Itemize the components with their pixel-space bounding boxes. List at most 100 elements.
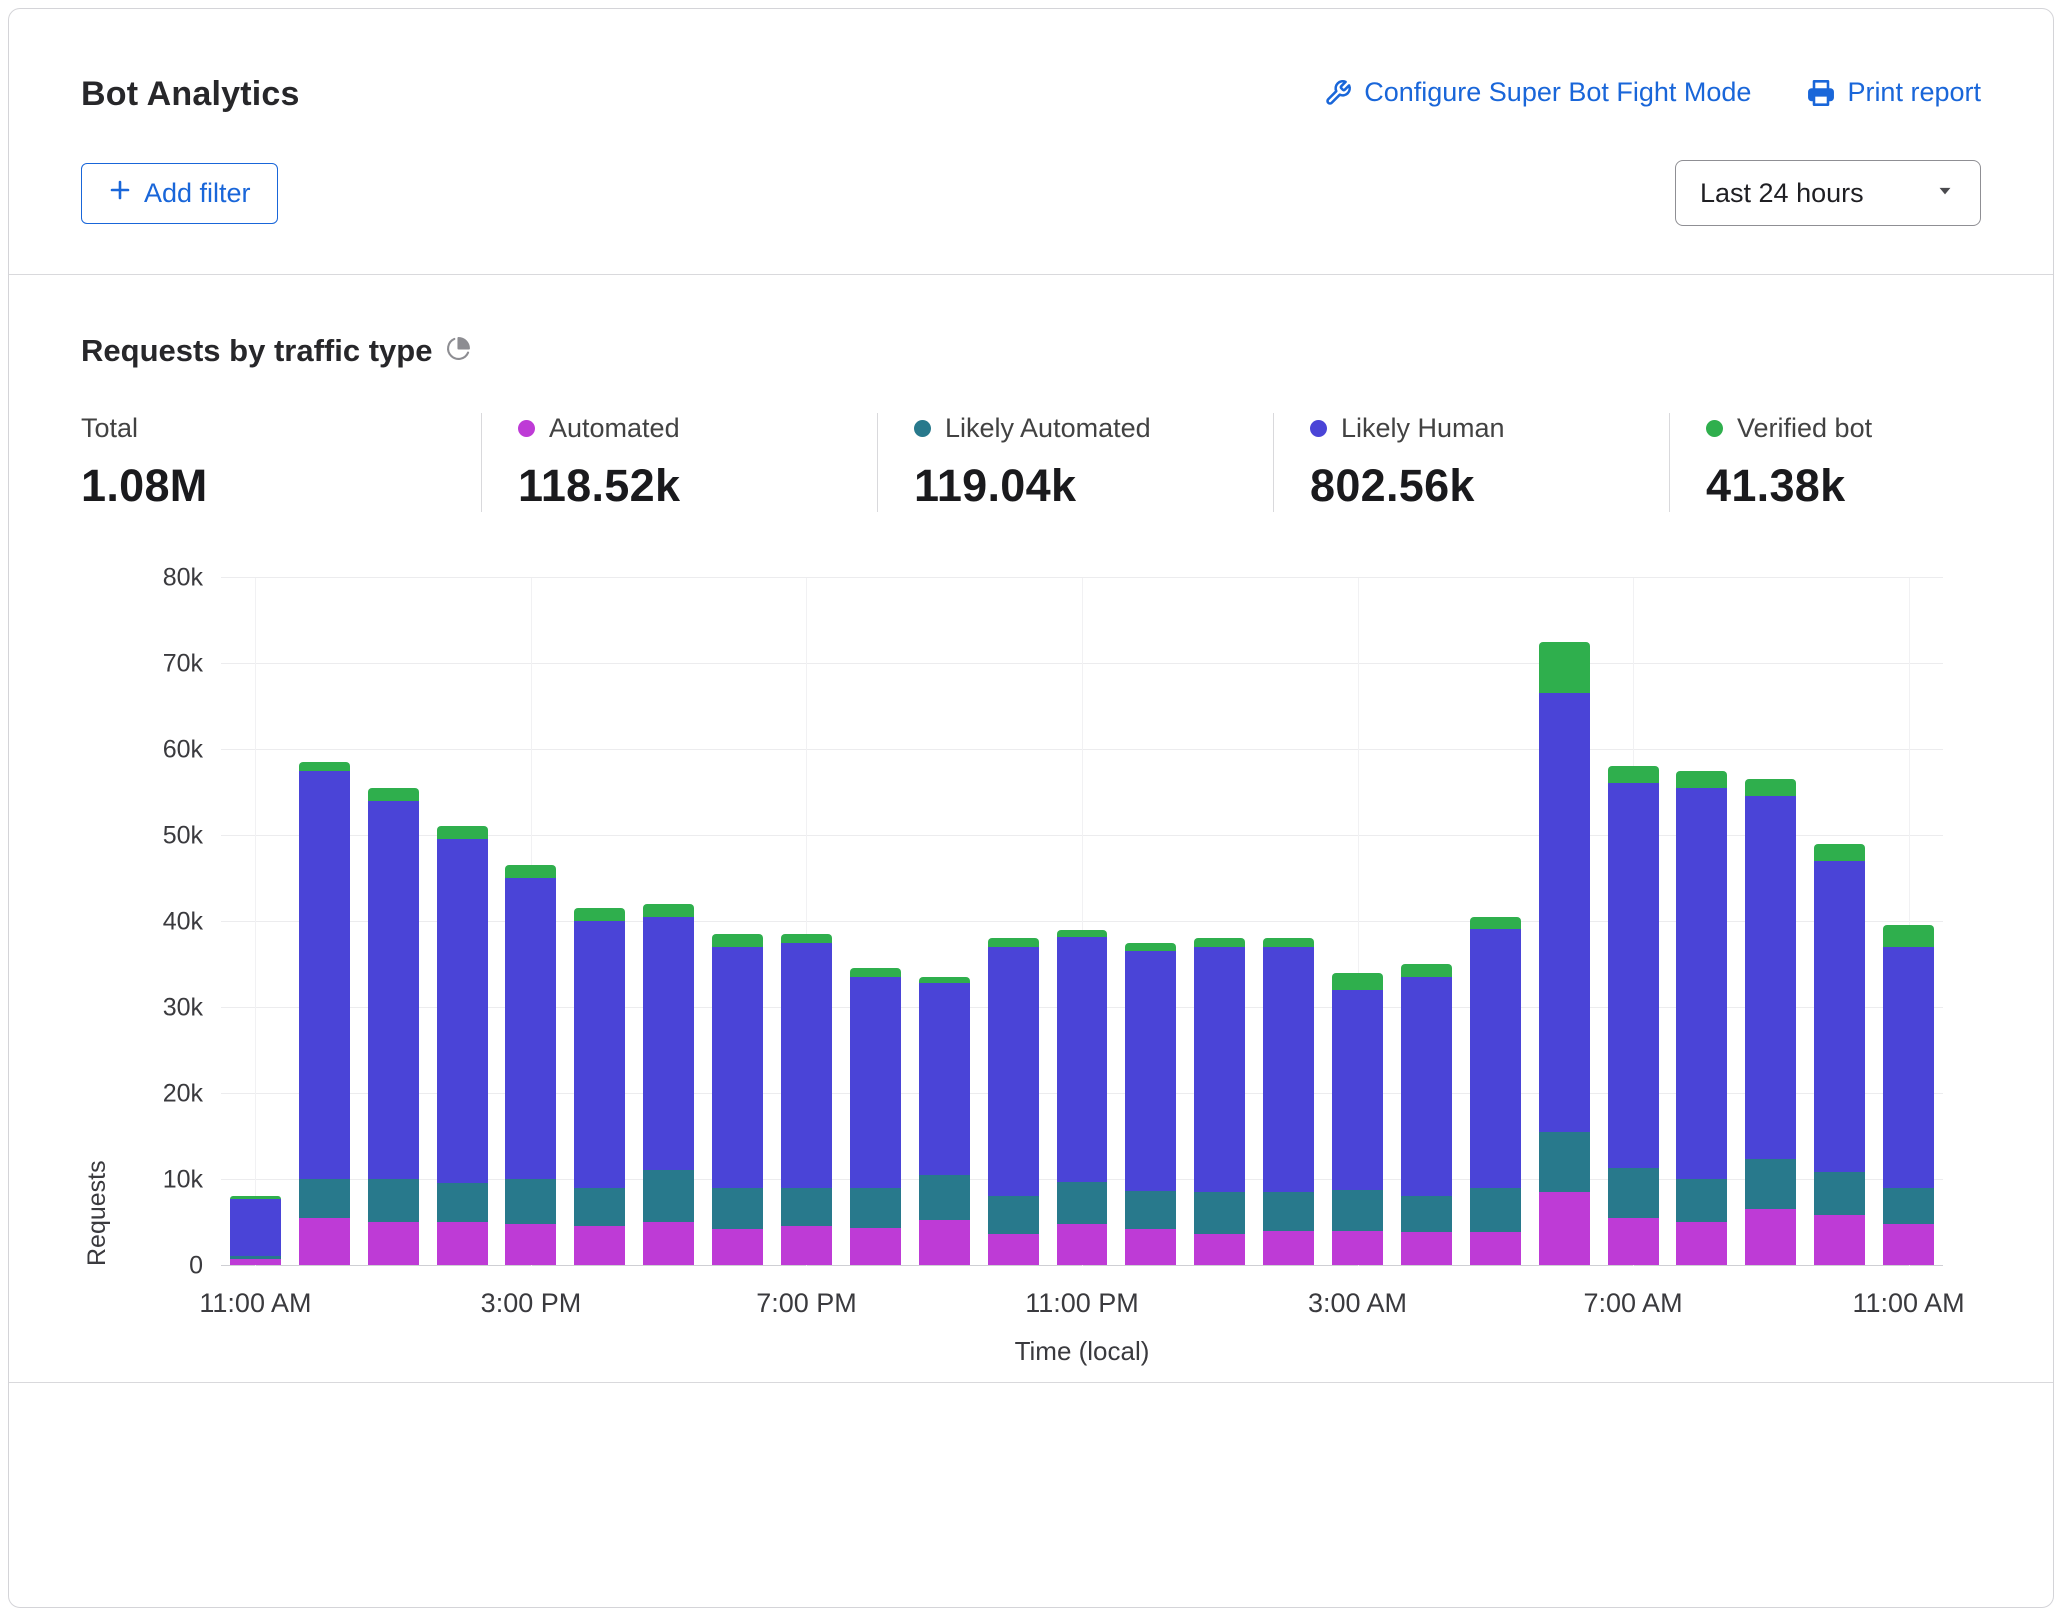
stacked-bar-2[interactable] xyxy=(368,577,419,1265)
segment-likely-automated xyxy=(1814,1172,1865,1215)
segment-verified-bot xyxy=(1470,917,1521,929)
stacked-bar-18[interactable] xyxy=(1470,577,1521,1265)
segment-likely-automated xyxy=(1470,1188,1521,1233)
stat-likely-automated[interactable]: Likely Automated 119.04k xyxy=(877,413,1273,512)
chart-plot-area xyxy=(221,578,1943,1266)
segment-likely-automated xyxy=(1883,1188,1934,1224)
segment-likely-human xyxy=(1263,947,1314,1192)
segment-verified-bot xyxy=(299,762,350,771)
segment-verified-bot xyxy=(1814,844,1865,861)
stacked-bar-16[interactable] xyxy=(1332,577,1383,1265)
stacked-bar-10[interactable] xyxy=(919,577,970,1265)
section-title: Requests by traffic type xyxy=(81,333,432,369)
segment-likely-human xyxy=(1814,861,1865,1172)
y-axis-labels: 010k20k30k40k50k60k70k80k xyxy=(113,578,203,1266)
y-tick-label: 50k xyxy=(163,824,203,849)
segment-automated xyxy=(1814,1215,1865,1265)
segment-likely-human xyxy=(505,878,556,1179)
stacked-bar-11[interactable] xyxy=(988,577,1039,1265)
stat-total: Total 1.08M xyxy=(81,413,481,512)
likely-automated-legend-dot xyxy=(914,420,931,437)
segment-likely-human xyxy=(574,921,625,1188)
stacked-bar-8[interactable] xyxy=(781,577,832,1265)
x-tick-label: 11:00 AM xyxy=(199,1288,311,1319)
segment-likely-automated xyxy=(1125,1191,1176,1229)
segment-likely-human xyxy=(712,947,763,1188)
stacked-bar-0[interactable] xyxy=(230,577,281,1265)
segment-verified-bot xyxy=(437,826,488,839)
stacked-bar-6[interactable] xyxy=(643,577,694,1265)
y-tick-label: 0 xyxy=(189,1254,203,1279)
segment-automated xyxy=(919,1220,970,1265)
stat-verified-bot-value: 41.38k xyxy=(1706,460,2035,512)
stacked-bar-17[interactable] xyxy=(1401,577,1452,1265)
stacked-bar-5[interactable] xyxy=(574,577,625,1265)
stacked-bar-9[interactable] xyxy=(850,577,901,1265)
stacked-bar-21[interactable] xyxy=(1676,577,1727,1265)
segment-verified-bot xyxy=(1125,943,1176,952)
stacked-bar-15[interactable] xyxy=(1263,577,1314,1265)
segment-likely-human xyxy=(1470,929,1521,1188)
stacked-bar-20[interactable] xyxy=(1608,577,1659,1265)
stacked-bar-3[interactable] xyxy=(437,577,488,1265)
print-report-link[interactable]: Print report xyxy=(1807,77,1981,108)
stats-row: Total 1.08M Automated 118.52k Likely Aut… xyxy=(81,413,1981,512)
stacked-bar-14[interactable] xyxy=(1194,577,1245,1265)
stacked-bar-12[interactable] xyxy=(1057,577,1108,1265)
stat-total-value: 1.08M xyxy=(81,460,451,512)
x-axis-title: Time (local) xyxy=(1015,1336,1150,1367)
configure-super-bot-fight-mode-link[interactable]: Configure Super Bot Fight Mode xyxy=(1324,77,1751,108)
segment-likely-human xyxy=(299,771,350,1180)
segment-likely-human xyxy=(1539,693,1590,1132)
stat-likely-automated-label: Likely Automated xyxy=(945,413,1151,444)
segment-likely-automated xyxy=(1263,1192,1314,1231)
y-tick-label: 80k xyxy=(163,566,203,591)
stacked-bar-23[interactable] xyxy=(1814,577,1865,1265)
segment-likely-human xyxy=(988,947,1039,1196)
segment-automated xyxy=(1401,1232,1452,1265)
segment-likely-human xyxy=(1745,796,1796,1159)
x-tick-label: 3:00 AM xyxy=(1308,1288,1407,1319)
stat-total-label: Total xyxy=(81,413,138,444)
segment-verified-bot xyxy=(781,934,832,943)
segment-automated xyxy=(1745,1209,1796,1265)
y-tick-label: 40k xyxy=(163,910,203,935)
segment-likely-human xyxy=(919,983,970,1175)
stacked-bar-19[interactable] xyxy=(1539,577,1590,1265)
stacked-bar-4[interactable] xyxy=(505,577,556,1265)
stacked-bar-13[interactable] xyxy=(1125,577,1176,1265)
segment-automated xyxy=(574,1226,625,1265)
segment-likely-human xyxy=(1883,947,1934,1188)
segment-likely-automated xyxy=(712,1188,763,1229)
plus-icon xyxy=(108,178,132,209)
verified-bot-legend-dot xyxy=(1706,420,1723,437)
stat-likely-human[interactable]: Likely Human 802.56k xyxy=(1273,413,1669,512)
y-tick-label: 10k xyxy=(163,1168,203,1193)
stat-verified-bot[interactable]: Verified bot 41.38k xyxy=(1669,413,2062,512)
stacked-bar-1[interactable] xyxy=(299,577,350,1265)
x-axis-labels: 11:00 AM3:00 PM7:00 PM11:00 PM3:00 AM7:0… xyxy=(221,1288,1943,1322)
segment-likely-automated xyxy=(781,1188,832,1227)
time-range-dropdown[interactable]: Last 24 hours xyxy=(1675,160,1981,226)
stat-likely-human-value: 802.56k xyxy=(1310,460,1639,512)
header-links: Configure Super Bot Fight Mode Print rep… xyxy=(1324,77,1981,108)
printer-icon xyxy=(1807,79,1835,107)
add-filter-button[interactable]: Add filter xyxy=(81,163,278,224)
segment-verified-bot xyxy=(1332,973,1383,990)
segment-verified-bot xyxy=(1263,938,1314,947)
stacked-bar-22[interactable] xyxy=(1745,577,1796,1265)
segment-verified-bot xyxy=(1194,938,1245,947)
segment-likely-human xyxy=(368,801,419,1179)
segment-verified-bot xyxy=(1745,779,1796,796)
segment-verified-bot xyxy=(1057,930,1108,937)
y-tick-label: 70k xyxy=(163,652,203,677)
segment-likely-human xyxy=(781,943,832,1188)
likely-human-legend-dot xyxy=(1310,420,1327,437)
segment-verified-bot xyxy=(712,934,763,947)
segment-verified-bot xyxy=(1883,925,1934,947)
stat-automated-value: 118.52k xyxy=(518,460,847,512)
stat-automated[interactable]: Automated 118.52k xyxy=(481,413,877,512)
stacked-bar-24[interactable] xyxy=(1883,577,1934,1265)
segment-verified-bot xyxy=(643,904,694,917)
stacked-bar-7[interactable] xyxy=(712,577,763,1265)
